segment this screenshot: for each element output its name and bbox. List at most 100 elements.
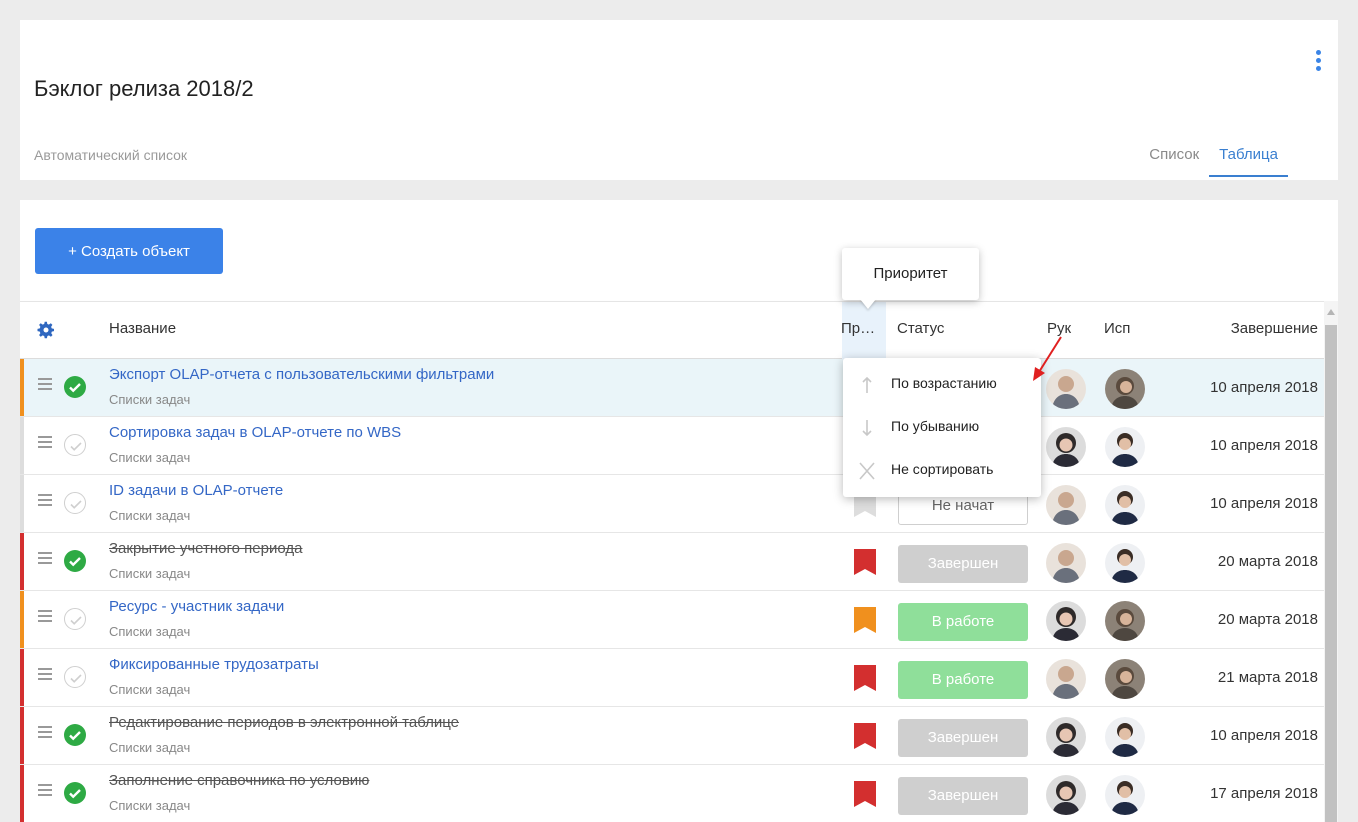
arrow-down-icon <box>862 420 872 437</box>
task-list-name: Списки задач <box>109 450 191 465</box>
table-row[interactable]: Редактирование периодов в электронной та… <box>20 707 1330 765</box>
column-name[interactable]: Название <box>109 320 176 337</box>
table-row[interactable]: Ресурс - участник задачи Списки задач В … <box>20 591 1330 649</box>
owner-avatar[interactable] <box>1046 659 1086 699</box>
gear-icon[interactable] <box>36 320 56 340</box>
task-title-link[interactable]: Заполнение справочника по условию <box>109 772 369 789</box>
executor-avatar[interactable] <box>1105 485 1145 525</box>
table-row[interactable]: Экспорт OLAP-отчета с пользовательскими … <box>20 359 1330 417</box>
priority-high-flag-icon[interactable] <box>853 781 877 807</box>
drag-handle-icon[interactable] <box>38 784 52 798</box>
status-badge[interactable]: Завершен <box>898 719 1028 757</box>
scroll-up-arrow-icon[interactable] <box>1327 309 1335 315</box>
owner-avatar[interactable] <box>1046 543 1086 583</box>
status-badge[interactable]: Завершен <box>898 777 1028 815</box>
task-list-name: Списки задач <box>109 624 191 639</box>
tab-list[interactable]: Список <box>1139 146 1209 177</box>
task-title-link[interactable]: ID задачи в OLAP-отчете <box>109 482 283 499</box>
priority-stripe <box>20 707 24 764</box>
priority-stripe <box>20 417 24 474</box>
create-object-button[interactable]: + Создать объект <box>35 228 223 274</box>
column-due[interactable]: Завершение <box>1231 320 1318 337</box>
drag-handle-icon[interactable] <box>38 552 52 566</box>
drag-handle-icon[interactable] <box>38 610 52 624</box>
todo-check-icon[interactable] <box>64 608 86 630</box>
scroll-thumb[interactable] <box>1325 325 1337 822</box>
tooltip-arrow <box>860 299 876 309</box>
priority-stripe <box>20 591 24 648</box>
owner-avatar[interactable] <box>1046 485 1086 525</box>
task-list-name: Списки задач <box>109 508 191 523</box>
todo-check-icon[interactable] <box>64 666 86 688</box>
close-icon <box>859 462 875 480</box>
priority-high-flag-icon[interactable] <box>853 549 877 575</box>
owner-avatar[interactable] <box>1046 717 1086 757</box>
todo-check-icon[interactable] <box>64 492 86 514</box>
priority-stripe <box>20 475 24 532</box>
done-check-icon[interactable] <box>64 724 86 746</box>
drag-handle-icon[interactable] <box>38 378 52 392</box>
priority-high-flag-icon[interactable] <box>853 723 877 749</box>
column-executor[interactable]: Исп <box>1104 320 1130 337</box>
view-tabs: Список Таблица <box>1139 146 1288 177</box>
executor-avatar[interactable] <box>1105 427 1145 467</box>
column-status[interactable]: Статус <box>897 320 944 337</box>
done-check-icon[interactable] <box>64 376 86 398</box>
owner-avatar[interactable] <box>1046 427 1086 467</box>
tab-table[interactable]: Таблица <box>1209 146 1288 177</box>
priority-stripe <box>20 533 24 590</box>
task-title-link[interactable]: Редактирование периодов в электронной та… <box>109 714 459 731</box>
annotation-arrow-icon <box>1033 336 1062 381</box>
status-badge[interactable]: В работе <box>898 661 1028 699</box>
executor-avatar[interactable] <box>1105 717 1145 757</box>
executor-avatar[interactable] <box>1105 775 1145 815</box>
drag-handle-icon[interactable] <box>38 436 52 450</box>
drag-handle-icon[interactable] <box>38 494 52 508</box>
executor-avatar[interactable] <box>1105 601 1145 641</box>
task-title-link[interactable]: Закрытие учетного периода <box>109 540 302 557</box>
task-title-link[interactable]: Фиксированные трудозатраты <box>109 656 319 673</box>
column-priority[interactable]: Пр… <box>841 320 875 337</box>
page-subtitle: Автоматический список <box>34 147 188 163</box>
table-row[interactable]: ID задачи в OLAP-отчете Списки задач Не … <box>20 475 1330 533</box>
executor-avatar[interactable] <box>1105 543 1145 583</box>
priority-medium-flag-icon[interactable] <box>853 607 877 633</box>
table-row[interactable]: Заполнение справочника по условию Списки… <box>20 765 1330 822</box>
vertical-scrollbar[interactable] <box>1324 301 1338 822</box>
owner-avatar[interactable] <box>1046 601 1086 641</box>
drag-handle-icon[interactable] <box>38 726 52 740</box>
table-row[interactable]: Фиксированные трудозатраты Списки задач … <box>20 649 1330 707</box>
task-title-link[interactable]: Ресурс - участник задачи <box>109 598 284 615</box>
due-date: 10 апреля 2018 <box>1210 495 1318 512</box>
task-title-link[interactable]: Сортировка задач в OLAP-отчете по WBS <box>109 424 401 441</box>
no-sort-option[interactable]: Не сортировать <box>843 450 1041 490</box>
sort-descending-option[interactable]: По убыванию <box>843 407 1041 447</box>
table-row[interactable]: Закрытие учетного периода Списки задач З… <box>20 533 1330 591</box>
no-sort-label: Не сортировать <box>891 461 994 477</box>
more-options-icon[interactable] <box>1308 48 1328 74</box>
owner-avatar[interactable] <box>1046 775 1086 815</box>
table-row[interactable]: Сортировка задач в OLAP-отчете по WBS Сп… <box>20 417 1330 475</box>
drag-handle-icon[interactable] <box>38 668 52 682</box>
task-table: Название Пр… Статус Рук Исп Завершение Э… <box>20 301 1330 822</box>
priority-tooltip: Приоритет <box>842 248 979 300</box>
executor-avatar[interactable] <box>1105 659 1145 699</box>
task-list-name: Списки задач <box>109 740 191 755</box>
todo-check-icon[interactable] <box>64 434 86 456</box>
status-badge[interactable]: Завершен <box>898 545 1028 583</box>
due-date: 21 марта 2018 <box>1217 669 1318 686</box>
task-list-name: Списки задач <box>109 392 191 407</box>
done-check-icon[interactable] <box>64 782 86 804</box>
arrow-up-icon <box>862 376 872 393</box>
executor-avatar[interactable] <box>1105 369 1145 409</box>
done-check-icon[interactable] <box>64 550 86 572</box>
priority-high-flag-icon[interactable] <box>853 665 877 691</box>
task-title-link[interactable]: Экспорт OLAP-отчета с пользовательскими … <box>109 366 494 383</box>
header-card: Бэклог релиза 2018/2 Автоматический спис… <box>20 20 1338 180</box>
sort-ascending-label: По возрастанию <box>891 375 997 391</box>
due-date: 10 апреля 2018 <box>1210 379 1318 396</box>
status-badge[interactable]: В работе <box>898 603 1028 641</box>
table-header: Название Пр… Статус Рук Исп Завершение <box>20 301 1330 359</box>
due-date: 10 апреля 2018 <box>1210 437 1318 454</box>
priority-stripe <box>20 359 24 416</box>
